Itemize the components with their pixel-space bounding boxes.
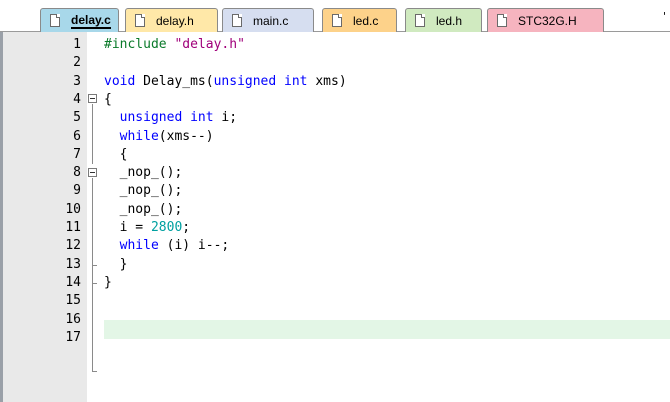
tab-overflow-icon[interactable]: ' bbox=[663, 10, 666, 23]
tab-label: delay.h bbox=[156, 13, 194, 28]
tab-main-c[interactable]: main.c bbox=[222, 8, 314, 32]
line-number: 10 bbox=[65, 202, 81, 217]
tab-label: STC32G.H bbox=[518, 13, 577, 28]
keyword: while bbox=[119, 238, 159, 253]
tab-delay-h[interactable]: delay.h bbox=[125, 8, 218, 32]
code-line-4: { bbox=[104, 91, 112, 109]
statement: _nop_(); bbox=[119, 202, 183, 217]
keyword: while bbox=[119, 129, 159, 144]
tab-led-c[interactable]: led.c bbox=[322, 8, 397, 32]
code-line-13: } bbox=[104, 256, 128, 274]
assignment: i = bbox=[119, 220, 144, 235]
statement: _nop_(); bbox=[119, 183, 183, 198]
parameter: xms) bbox=[315, 74, 347, 89]
fold-end-tick bbox=[92, 265, 97, 266]
tab-led-h[interactable]: led.h bbox=[405, 8, 482, 32]
code-line-11: i = 2800; bbox=[104, 219, 190, 237]
fold-end-tick bbox=[92, 283, 97, 284]
code-line-1: #include "delay.h" bbox=[104, 36, 245, 54]
tab-stc32g-h[interactable]: STC32G.H bbox=[487, 8, 604, 32]
tab-label: delay.c bbox=[71, 12, 111, 29]
code-line-7: { bbox=[104, 146, 128, 164]
line-number: 7 bbox=[73, 147, 81, 162]
brace: { bbox=[104, 92, 112, 107]
brace: } bbox=[119, 257, 128, 272]
line-number: 14 bbox=[65, 275, 81, 290]
keyword: void bbox=[104, 74, 136, 89]
condition: (xms--) bbox=[158, 129, 214, 144]
brace: { bbox=[119, 147, 128, 162]
keyword: unsigned int bbox=[213, 74, 308, 89]
line-number: 12 bbox=[65, 238, 81, 253]
line-number: 15 bbox=[65, 293, 81, 308]
line-number: 8 bbox=[73, 165, 81, 180]
tab-label: led.c bbox=[353, 13, 379, 28]
line-number: 6 bbox=[73, 129, 81, 144]
tab-label: led.h bbox=[436, 13, 463, 28]
line-number: 3 bbox=[73, 74, 81, 89]
fold-guide-line bbox=[92, 178, 93, 372]
line-number: 17 bbox=[65, 330, 81, 345]
number-literal: 2800 bbox=[150, 220, 183, 235]
file-icon bbox=[415, 14, 425, 27]
keyword: unsigned int bbox=[119, 110, 214, 125]
code-line-14: } bbox=[104, 274, 112, 292]
fold-end-tick bbox=[92, 371, 97, 372]
line-number: 4 bbox=[73, 92, 81, 107]
line-number: 5 bbox=[73, 110, 81, 125]
line-number: 2 bbox=[73, 55, 81, 70]
file-icon bbox=[135, 14, 145, 27]
include-string: "delay.h" bbox=[174, 37, 245, 52]
brace: } bbox=[104, 275, 112, 290]
statement: _nop_(); bbox=[119, 165, 183, 180]
line-number: 11 bbox=[65, 220, 81, 235]
file-icon bbox=[332, 14, 342, 27]
file-tab-bar: delay.c delay.h main.c led.c led.h STC32… bbox=[0, 0, 670, 32]
code-line-9: _nop_(); bbox=[104, 182, 183, 200]
code-line-3: void Delay_ms(unsigned int xms) bbox=[104, 73, 347, 91]
tab-delay-c[interactable]: delay.c bbox=[40, 8, 119, 32]
function-name: Delay_ms( bbox=[143, 74, 214, 89]
semicolon: ; bbox=[182, 220, 191, 235]
current-line-highlight bbox=[104, 320, 670, 339]
code-line-12: while (i) i--; bbox=[104, 237, 230, 255]
file-icon bbox=[50, 14, 60, 27]
code-line-10: _nop_(); bbox=[104, 201, 183, 219]
line-number: 13 bbox=[65, 257, 81, 272]
fold-collapse-icon[interactable] bbox=[87, 165, 99, 183]
line-number: 9 bbox=[73, 183, 81, 198]
file-icon bbox=[497, 14, 507, 27]
loop-body: (i) i--; bbox=[166, 238, 230, 253]
code-line-6: while(xms--) bbox=[104, 128, 214, 146]
preprocessor-directive: #include bbox=[104, 37, 167, 52]
variable: i; bbox=[221, 110, 238, 125]
line-number: 1 bbox=[73, 37, 81, 52]
code-line-8: _nop_(); bbox=[104, 164, 183, 182]
code-line-5: unsigned int i; bbox=[104, 109, 237, 127]
file-icon bbox=[232, 14, 242, 27]
fold-collapse-icon[interactable] bbox=[87, 91, 99, 109]
tab-label: main.c bbox=[253, 13, 289, 28]
fold-guide-line bbox=[92, 104, 93, 164]
line-number: 16 bbox=[65, 312, 81, 327]
